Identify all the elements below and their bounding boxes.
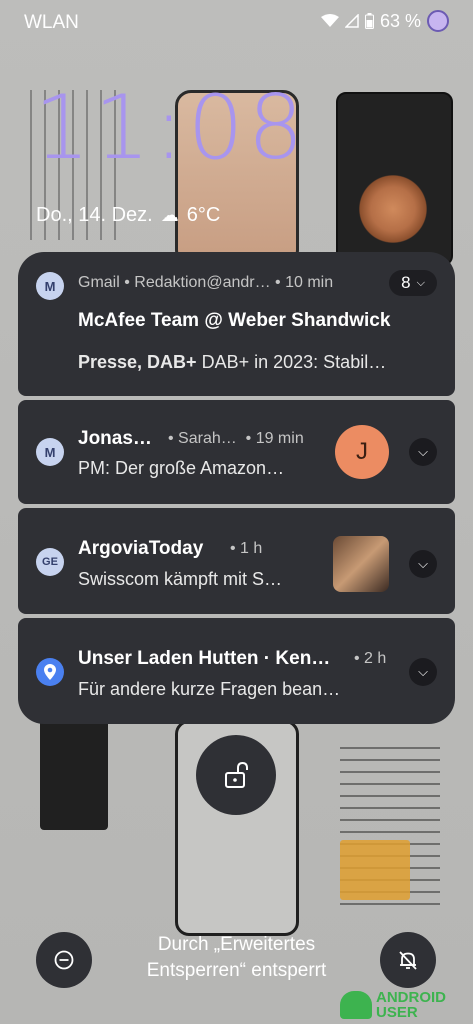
wifi-icon: [320, 14, 339, 27]
time-label: 2 h: [364, 650, 387, 667]
wallpaper-chip: [340, 840, 410, 900]
notification-time: 10 min: [285, 274, 334, 291]
notification-sender: Jonas…: [78, 428, 152, 449]
google-news-icon: GE: [36, 548, 64, 576]
notification-body: Presse, DAB+ DAB+ in 2023: Stabil…: [78, 352, 386, 373]
unlock-button[interactable]: [196, 735, 276, 815]
watermark-text: ANDROID USER: [376, 990, 446, 1020]
expand-chevron-icon[interactable]: ⌵: [409, 438, 437, 466]
time-label: 1 h: [240, 540, 263, 557]
app-name: Gmail: [78, 274, 120, 291]
account-name: Redaktion@andr…: [134, 274, 271, 291]
gmail-icon: M: [36, 438, 64, 466]
signal-icon: [344, 14, 359, 28]
battery-icon: [364, 13, 374, 29]
notification-time: • 1 h: [230, 540, 263, 557]
notification-body: Swisscom kämpft mit S…: [78, 569, 283, 589]
battery-percent: 63 %: [379, 10, 421, 31]
notification-count-chip[interactable]: 8 ⌵: [389, 270, 437, 296]
recipient-name: Sarah…: [178, 430, 237, 447]
date-label: Do., 14. Dez.: [36, 204, 153, 226]
notification-google-news[interactable]: GE ArgoviaToday • 1 h Swisscom kämpft mi…: [18, 508, 455, 614]
expand-chevron-icon[interactable]: ⌵: [409, 658, 437, 686]
avatar: J: [335, 425, 389, 479]
notification-email-jonas[interactable]: M Jonas… • Sarah… • 19 min PM: Der große…: [18, 400, 455, 504]
lockscreen-clock: 11:08: [34, 76, 308, 179]
android-user-watermark: ANDROID USER: [340, 985, 473, 1024]
notification-title: Unser Laden Hutten · Ken…: [78, 648, 331, 669]
system-icons: 63 %: [320, 10, 449, 32]
android-robot-icon: [340, 990, 372, 1019]
wallpaper-charging-coil: [354, 170, 432, 248]
notification-time: 19 min: [255, 430, 304, 447]
news-thumbnail: [333, 536, 389, 592]
notification-time: • 2 h: [354, 650, 387, 667]
notification-header: • Sarah… • 19 min: [168, 430, 304, 447]
mute-button[interactable]: [380, 932, 436, 988]
notification-title: ArgoviaToday: [78, 538, 204, 559]
maps-pin-icon: [36, 658, 64, 686]
watermark-line2: USER: [376, 1003, 418, 1021]
bell-off-icon: [399, 951, 417, 970]
gmail-icon: M: [36, 272, 64, 300]
cloud-icon: ☁: [160, 205, 179, 225]
watermark-line1: ANDROID: [376, 988, 446, 1006]
unlock-icon: [225, 761, 248, 788]
carrier-label: WLAN: [24, 12, 79, 33]
notification-title: McAfee Team @ Weber Shandwick: [78, 310, 391, 331]
expand-chevron-icon[interactable]: ⌵: [409, 550, 437, 578]
notification-header: Gmail • Redaktion@andr… • 10 min: [78, 274, 334, 291]
email-subject: Presse, DAB+: [78, 352, 197, 372]
status-bar: WLAN 63 %: [0, 0, 473, 44]
email-snippet: DAB+ in 2023: Stabil…: [201, 352, 387, 372]
weather-temp: 6°C: [186, 204, 221, 226]
wallpaper-battery: [40, 720, 108, 830]
notification-gmail[interactable]: M Gmail • Redaktion@andr… • 10 min 8 ⌵ M…: [18, 252, 455, 396]
notification-body: PM: Der große Amazon…: [78, 458, 285, 478]
notification-maps[interactable]: Unser Laden Hutten · Ken… • 2 h Für ande…: [18, 618, 455, 724]
notification-body: Für andere kurze Fragen bean…: [78, 679, 341, 699]
date-weather: Do., 14. Dez. ☁ 6°C: [36, 204, 220, 227]
assistant-dot-icon: [427, 10, 449, 32]
count-label: 8: [401, 273, 411, 292]
expand-chevron-icon: ⌵: [416, 276, 425, 289]
